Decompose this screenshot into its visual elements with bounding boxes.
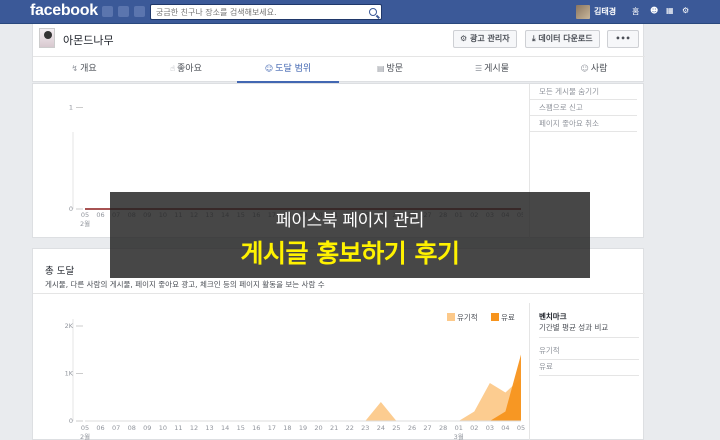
top-navigation-bar: facebook 김태경 홈 ☻ ▦ ⚙ bbox=[0, 0, 720, 24]
x-tick-label: 12 bbox=[190, 424, 198, 432]
month-label: 3월 bbox=[454, 432, 464, 440]
y-tick-label: 2K bbox=[65, 322, 74, 330]
tab-1[interactable]: ↯ 개요 bbox=[33, 57, 135, 83]
benchmark-panel: 벤치마크 기간별 평균 성과 비교 유기적 유료 bbox=[539, 311, 639, 376]
notifications-icon[interactable] bbox=[134, 6, 145, 17]
tab-3[interactable]: ☺ 도달 범위 bbox=[237, 57, 339, 83]
search-icon[interactable] bbox=[369, 8, 377, 16]
side-link-2[interactable]: 스팸으로 신고 bbox=[529, 100, 637, 116]
insights-tabs: ↯ 개요 ☝ 좋아요 ☺ 도달 범위 ▤ 방문 ☰ 게시물 ☺ 사람 bbox=[33, 56, 645, 83]
facebook-logo[interactable]: facebook bbox=[30, 2, 98, 20]
month-label: 2월 bbox=[80, 219, 90, 228]
more-options-button[interactable]: ••• bbox=[607, 30, 639, 48]
x-tick-label: 16 bbox=[252, 424, 260, 432]
x-tick-label: 27 bbox=[423, 424, 431, 432]
x-tick-label: 07 bbox=[112, 424, 120, 432]
x-tick-label: 14 bbox=[221, 424, 229, 432]
side-link-1[interactable]: 모든 게시물 숨기기 bbox=[529, 84, 637, 100]
y-tick-label: 1K bbox=[65, 370, 74, 378]
list-icon: ☰ bbox=[474, 64, 483, 73]
ad-manager-button[interactable]: ⚙ 광고 관리자 bbox=[453, 30, 517, 48]
tab-4[interactable]: ▤ 방문 bbox=[339, 57, 441, 83]
x-tick-label: 05 bbox=[81, 424, 89, 432]
x-tick-label: 06 bbox=[96, 211, 104, 219]
side-divider bbox=[529, 303, 530, 440]
x-tick-label: 11 bbox=[174, 424, 182, 432]
side-link-3[interactable]: 페이지 좋아요 취소 bbox=[529, 116, 637, 132]
x-tick-label: 17 bbox=[268, 424, 276, 432]
data-download-label: 데이터 다운로드 bbox=[538, 34, 593, 43]
x-tick-label: 04 bbox=[501, 424, 509, 432]
x-tick-label: 06 bbox=[96, 424, 104, 432]
x-tick-label: 01 bbox=[455, 424, 463, 432]
x-tick-label: 28 bbox=[439, 424, 447, 432]
overlay-subtitle: 페이스북 페이지 관리 bbox=[275, 211, 425, 231]
x-tick-label: 21 bbox=[330, 424, 338, 432]
x-tick-label: 08 bbox=[128, 424, 136, 432]
ad-manager-label: 광고 관리자 bbox=[469, 34, 510, 43]
people-icon: ☺ bbox=[580, 64, 589, 73]
thumb-icon: ☝ bbox=[170, 64, 176, 73]
search-box[interactable] bbox=[150, 4, 382, 20]
page-profile-picture[interactable] bbox=[39, 28, 55, 48]
x-tick-label: 02 bbox=[470, 424, 478, 432]
page-header: 아몬드나무 ⚙ 광고 관리자 ⤓ 데이터 다운로드 ••• ↯ 개요 ☝ 좋아요 ☺ 도달… bbox=[32, 24, 645, 83]
tab-label: 도달 범위 bbox=[275, 64, 312, 74]
x-tick-label: 20 bbox=[314, 424, 322, 432]
tab-label: 개요 bbox=[80, 64, 97, 74]
tab-6[interactable]: ☺ 사람 bbox=[543, 57, 645, 83]
x-tick-label: 23 bbox=[361, 424, 369, 432]
user-name-link[interactable]: 김태경 bbox=[594, 6, 616, 17]
page-actions-list: 모든 게시물 숨기기 스팸으로 신고 페이지 좋아요 취소 bbox=[529, 84, 637, 132]
x-tick-label: 22 bbox=[346, 424, 354, 432]
area-series-2 bbox=[85, 354, 521, 421]
area-series-1 bbox=[85, 378, 521, 421]
x-tick-label: 19 bbox=[299, 424, 307, 432]
x-tick-label: 03 bbox=[486, 424, 494, 432]
tab-label: 사람 bbox=[590, 64, 608, 74]
chart-icon: ↯ bbox=[71, 64, 79, 73]
y-tick-label: 0 bbox=[69, 417, 73, 425]
friend-requests-icon[interactable]: ☻ bbox=[650, 6, 658, 15]
x-tick-label: 05 bbox=[517, 424, 525, 432]
benchmark-title: 벤치마크 bbox=[539, 312, 567, 321]
x-tick-label: 13 bbox=[205, 424, 213, 432]
benchmark-organic-item[interactable]: 유기적 bbox=[539, 344, 639, 360]
tab-2[interactable]: ☝ 좋아요 bbox=[135, 57, 237, 83]
settings-gear-icon[interactable]: ⚙ bbox=[682, 6, 689, 15]
y-tick-label: 1 bbox=[69, 104, 73, 112]
x-tick-label: 24 bbox=[377, 424, 385, 432]
bars-icon: ▤ bbox=[376, 64, 385, 73]
data-download-button[interactable]: ⤓ 데이터 다운로드 bbox=[525, 30, 600, 48]
x-tick-label: 15 bbox=[237, 424, 245, 432]
download-icon: ⤓ bbox=[532, 34, 536, 43]
month-label: 2월 bbox=[80, 432, 90, 440]
friends-icon[interactable] bbox=[102, 6, 113, 17]
lock-icon[interactable]: ▦ bbox=[666, 6, 674, 15]
title-overlay-banner: 페이스북 페이지 관리 게시글 홍보하기 후기 bbox=[110, 192, 590, 278]
search-input[interactable] bbox=[151, 5, 356, 19]
tab-label: 게시물 bbox=[484, 64, 509, 74]
page-name[interactable]: 아몬드나무 bbox=[63, 32, 114, 48]
home-link[interactable]: 홈 bbox=[632, 6, 639, 17]
tab-label: 방문 bbox=[386, 64, 404, 74]
tab-label: 좋아요 bbox=[177, 64, 202, 74]
user-avatar[interactable] bbox=[576, 5, 590, 19]
x-tick-label: 09 bbox=[143, 424, 151, 432]
overlay-title: 게시글 홍보하기 후기 bbox=[240, 239, 460, 268]
messages-icon[interactable] bbox=[118, 6, 129, 17]
gear-icon: ⚙ bbox=[460, 34, 468, 43]
x-tick-label: 25 bbox=[392, 424, 400, 432]
y-tick-label: 0 bbox=[69, 205, 73, 213]
tab-5[interactable]: ☰ 게시물 bbox=[441, 57, 543, 83]
benchmark-subtitle: 기간별 평균 성과 비교 bbox=[539, 322, 639, 338]
people-icon: ☺ bbox=[264, 64, 274, 73]
x-tick-label: 18 bbox=[283, 424, 291, 432]
x-tick-label: 26 bbox=[408, 424, 416, 432]
benchmark-paid-item[interactable]: 유료 bbox=[539, 360, 639, 376]
x-tick-label: 10 bbox=[159, 424, 167, 432]
x-tick-label: 05 bbox=[81, 211, 89, 219]
